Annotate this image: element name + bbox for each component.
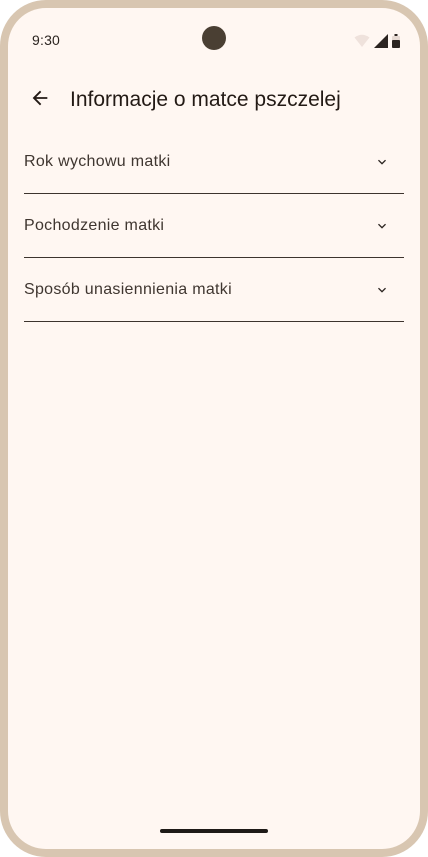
chevron-down-icon	[374, 218, 390, 234]
accordion-item-sposob-unasiennienia[interactable]: Sposób unasiennienia matki	[24, 258, 404, 322]
accordion-list: Rok wychowu matki Pochodzenie matki Spos…	[24, 130, 404, 322]
wifi-icon	[354, 34, 370, 48]
page-title: Informacje o matce pszczelej	[70, 88, 341, 111]
status-bar: 9:30	[8, 8, 420, 64]
back-button[interactable]	[20, 80, 60, 120]
cellular-signal-icon	[374, 34, 388, 48]
screen: 9:30 Informacje o matce pszczelej Rok wy…	[8, 8, 420, 849]
chevron-down-icon	[374, 282, 390, 298]
top-app-bar: Informacje o matce pszczelej	[8, 72, 420, 136]
accordion-item-rok-wychowu[interactable]: Rok wychowu matki	[24, 130, 404, 194]
accordion-item-label: Rok wychowu matki	[24, 153, 171, 170]
arrow-back-icon	[29, 87, 51, 114]
front-camera	[202, 26, 226, 50]
accordion-item-pochodzenie[interactable]: Pochodzenie matki	[24, 194, 404, 258]
status-time: 9:30	[32, 32, 61, 48]
device-frame: 9:30 Informacje o matce pszczelej Rok wy…	[0, 0, 428, 857]
battery-icon	[392, 34, 400, 48]
chevron-down-icon	[374, 154, 390, 170]
accordion-item-label: Sposób unasiennienia matki	[24, 281, 232, 298]
home-gesture-bar[interactable]	[160, 829, 268, 833]
status-icons	[354, 34, 400, 48]
accordion-item-label: Pochodzenie matki	[24, 217, 165, 234]
